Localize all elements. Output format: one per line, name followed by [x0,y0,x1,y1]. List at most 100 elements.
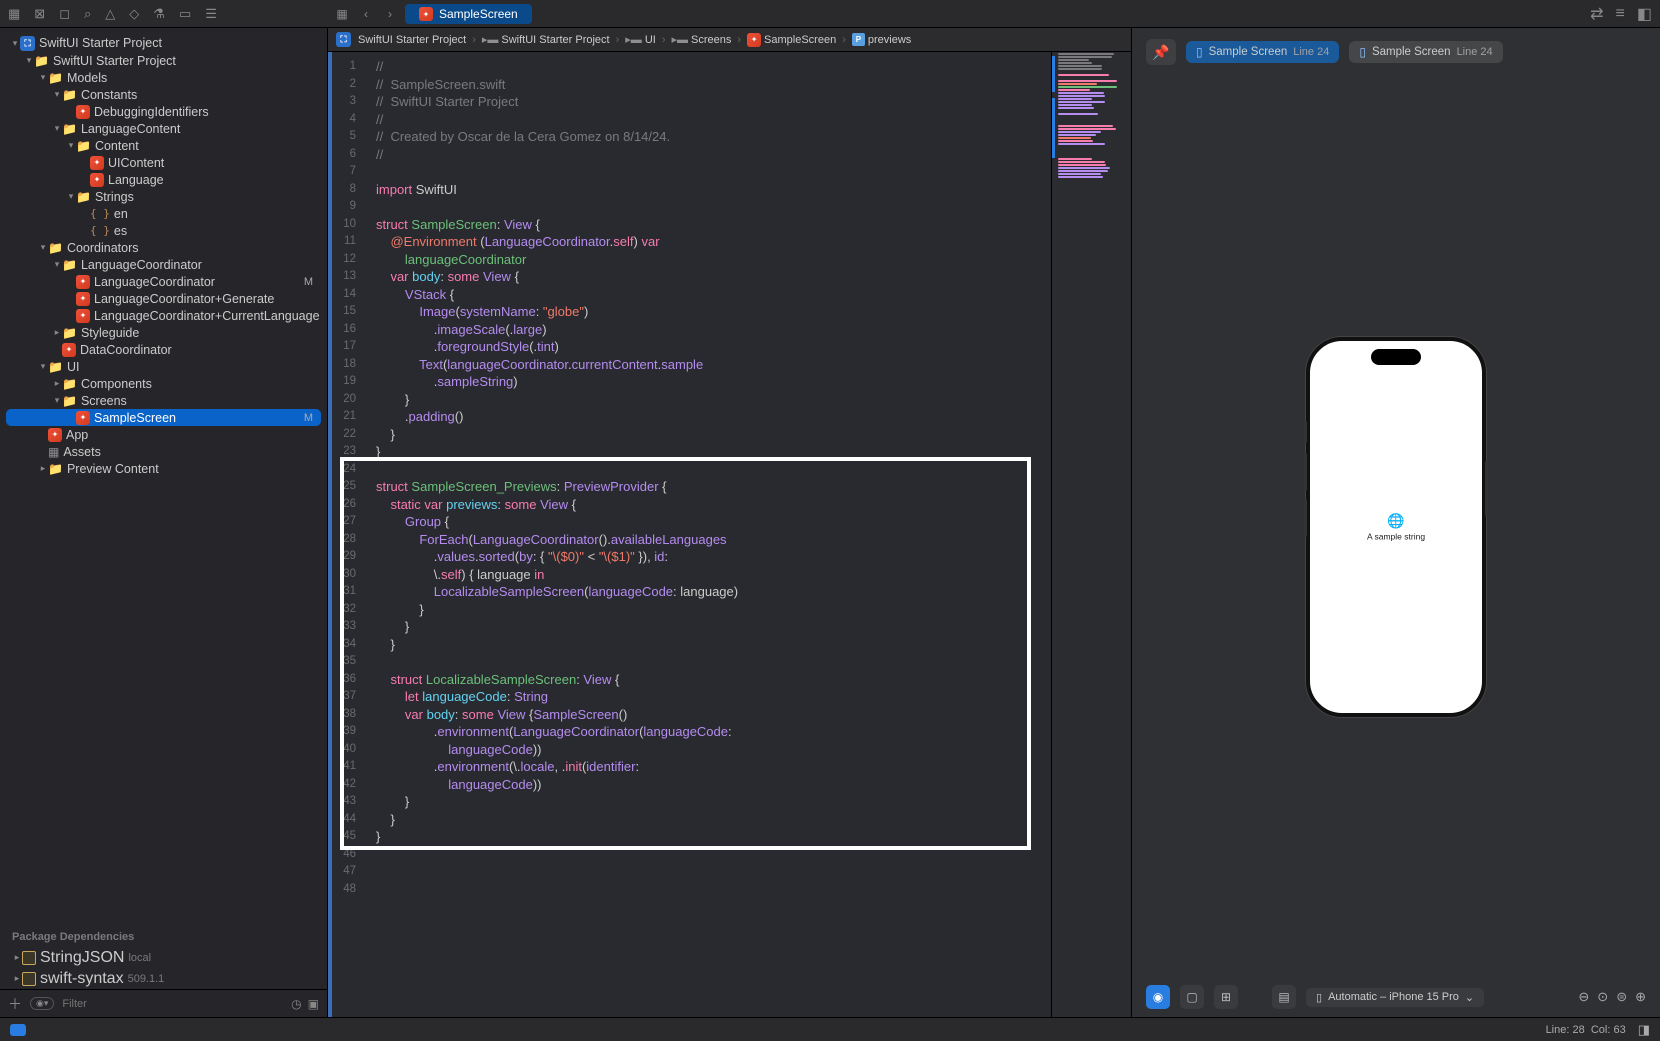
code-line-42[interactable]: 42 languageCode)) [328,776,1051,794]
folder-icon[interactable]: ▦ [8,6,20,22]
code-line-9[interactable]: 9 [328,198,1051,216]
tree-item-models[interactable]: ▾📁Models [0,69,327,86]
tree-item-components[interactable]: ▸📁Components [0,375,327,392]
tree-item-es[interactable]: { }es [0,222,327,239]
tree-item-strings[interactable]: ▾📁Strings [0,188,327,205]
code-line-29[interactable]: 29 .values.sorted(by: { "\($0)" < "\($1)… [328,548,1051,566]
code-line-6[interactable]: 6// [328,146,1051,164]
code-line-18[interactable]: 18 Text(languageCoordinator.currentConte… [328,356,1051,374]
back-icon[interactable]: ‹ [357,5,375,23]
tree-item-swiftui-starter-project[interactable]: ▾📁SwiftUI Starter Project [0,52,327,69]
code-line-20[interactable]: 20 } [328,391,1051,409]
tree-item-styleguide[interactable]: ▸📁Styleguide [0,324,327,341]
code-line-11[interactable]: 11 @Environment (LanguageCoordinator.sel… [328,233,1051,251]
code-line-44[interactable]: 44 } [328,811,1051,829]
code-line-25[interactable]: 25struct SampleScreen_Previews: PreviewP… [328,478,1051,496]
zoom-fit-icon[interactable]: ⊙ [1597,989,1608,1005]
code-line-3[interactable]: 3// SwiftUI Starter Project [328,93,1051,111]
code-line-1[interactable]: 1// [328,58,1051,76]
package-swift-syntax[interactable]: ▸swift-syntax509.1.1 [0,968,327,989]
breadcrumb-4[interactable]: ✦SampleScreen [747,33,836,47]
breadcrumb-1[interactable]: ▸▬SwiftUI Starter Project [482,33,610,46]
x-square-icon[interactable]: ⊠ [34,6,45,22]
tree-item-debuggingidentifiers[interactable]: ✦DebuggingIdentifiers [0,103,327,120]
tree-item-en[interactable]: { }en [0,205,327,222]
code-line-7[interactable]: 7 [328,163,1051,181]
rect-icon[interactable]: ▭ [179,6,191,22]
code-line-28[interactable]: 28 ForEach(LanguageCoordinator().availab… [328,531,1051,549]
selectable-button[interactable]: ▢ [1180,985,1204,1009]
active-file-tab[interactable]: ✦ SampleScreen [405,4,532,24]
tree-item-swiftui-starter-project[interactable]: ▾⛶SwiftUI Starter Project [0,34,327,52]
code-line-24[interactable]: 24 [328,461,1051,479]
add-icon[interactable]: ＋ [8,994,22,1014]
refresh-icon[interactable]: ⇄ [1590,4,1603,24]
breadcrumb-3[interactable]: ▸▬Screens [671,33,731,46]
code-line-46[interactable]: 46 [328,846,1051,864]
code-line-36[interactable]: 36 struct LocalizableSampleScreen: View … [328,671,1051,689]
code-line-34[interactable]: 34 } [328,636,1051,654]
code-line-12[interactable]: 12 languageCoordinator [328,251,1051,269]
tree-item-datacoordinator[interactable]: ✦DataCoordinator [0,341,327,358]
code-line-32[interactable]: 32 } [328,601,1051,619]
panel-toggle-icon[interactable]: ◨ [1638,1022,1650,1038]
tree-item-languagecoordinator-currentlanguage[interactable]: ✦LanguageCoordinator+CurrentLanguage [0,307,327,324]
code-line-40[interactable]: 40 languageCode)) [328,741,1051,759]
preview-stage[interactable]: 🌐 A sample string [1132,76,1660,977]
tree-item-language[interactable]: ✦Language [0,171,327,188]
code-line-43[interactable]: 43 } [328,793,1051,811]
code-line-13[interactable]: 13 var body: some View { [328,268,1051,286]
code-line-41[interactable]: 41 .environment(\.locale, .init(identifi… [328,758,1051,776]
device-selector[interactable]: ▯ Automatic – iPhone 15 Pro ⌄ [1306,988,1484,1007]
tree-item-screens[interactable]: ▾📁Screens [0,392,327,409]
code-line-8[interactable]: 8import SwiftUI [328,181,1051,199]
code-line-14[interactable]: 14 VStack { [328,286,1051,304]
minimap[interactable] [1051,52,1131,1017]
code-line-5[interactable]: 5// Created by Oscar de la Cera Gomez on… [328,128,1051,146]
live-button[interactable]: ◉ [1146,985,1170,1009]
code-line-47[interactable]: 47 [328,863,1051,881]
search-icon[interactable]: ⌕ [84,6,91,22]
code-line-45[interactable]: 45} [328,828,1051,846]
tree-item-coordinators[interactable]: ▾📁Coordinators [0,239,327,256]
forward-icon[interactable]: › [381,5,399,23]
tree-item-languagecoordinator-generate[interactable]: ✦LanguageCoordinator+Generate [0,290,327,307]
code-line-10[interactable]: 10struct SampleScreen: View { [328,216,1051,234]
code-line-16[interactable]: 16 .imageScale(.large) [328,321,1051,339]
breadcrumb-0[interactable]: ⛶SwiftUI Starter Project [336,32,466,47]
activity-indicator[interactable] [10,1024,26,1036]
warning-icon[interactable]: △ [105,6,115,22]
filter-input[interactable] [62,998,283,1010]
filter-scope-icon[interactable]: ◉▾ [30,997,54,1010]
code-line-27[interactable]: 27 Group { [328,513,1051,531]
code-line-39[interactable]: 39 .environment(LanguageCoordinator(lang… [328,723,1051,741]
preview-chip-0[interactable]: ▯Sample Screen Line 24 [1186,41,1339,63]
code-line-23[interactable]: 23} [328,443,1051,461]
source-editor[interactable]: 1//2// SampleScreen.swift3// SwiftUI Sta… [328,52,1051,1017]
code-line-33[interactable]: 33 } [328,618,1051,636]
tree-item-ui[interactable]: ▾📁UI [0,358,327,375]
breadcrumb-5[interactable]: Ppreviews [852,33,911,46]
code-line-38[interactable]: 38 var body: some View {SampleScreen() [328,706,1051,724]
tree-item-languagecoordinator[interactable]: ▾📁LanguageCoordinator [0,256,327,273]
code-line-31[interactable]: 31 LocalizableSampleScreen(languageCode:… [328,583,1051,601]
zoom-out-icon[interactable]: ⊖ [1578,989,1589,1005]
tag-icon[interactable]: ◇ [129,6,139,22]
preview-chip-1[interactable]: ▯Sample Screen Line 24 [1349,41,1502,63]
code-line-35[interactable]: 35 [328,653,1051,671]
doc-icon[interactable]: ☰ [205,6,217,22]
code-line-37[interactable]: 37 let languageCode: String [328,688,1051,706]
list-icon[interactable]: ≡ [1616,5,1625,23]
tree-item-constants[interactable]: ▾📁Constants [0,86,327,103]
zoom-in-icon[interactable]: ⊕ [1635,989,1646,1005]
code-line-21[interactable]: 21 .padding() [328,408,1051,426]
tree-item-languagecoordinator[interactable]: ✦LanguageCoordinatorM [0,273,327,290]
code-line-15[interactable]: 15 Image(systemName: "globe") [328,303,1051,321]
tree-item-samplescreen[interactable]: ✦SampleScreenM [6,409,321,426]
code-line-4[interactable]: 4// [328,111,1051,129]
code-line-22[interactable]: 22 } [328,426,1051,444]
tree-item-content[interactable]: ▾📁Content [0,137,327,154]
code-line-26[interactable]: 26 static var previews: some View { [328,496,1051,514]
breadcrumb-2[interactable]: ▸▬UI [625,33,656,46]
zoom-100-icon[interactable]: ⊜ [1616,989,1627,1005]
